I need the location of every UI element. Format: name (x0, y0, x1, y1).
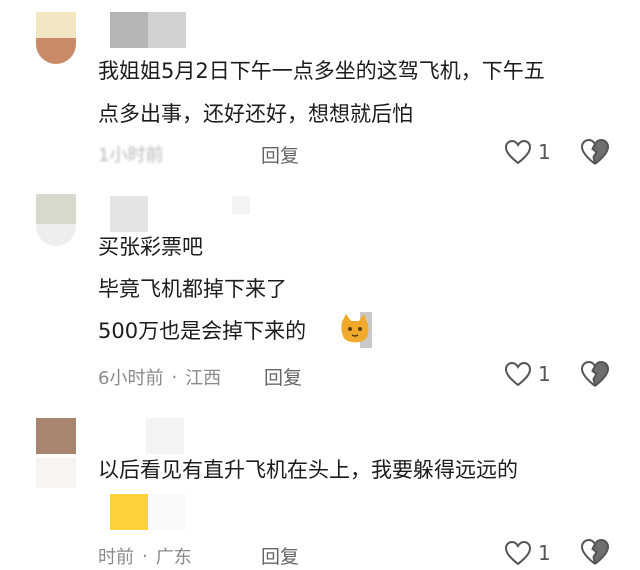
reply-button[interactable]: 回复 (261, 141, 299, 168)
comment-text: 点多出事，还好还好，想想就后怕 (98, 102, 413, 126)
location: 江西 (185, 368, 222, 389)
comment-meta: 6小时前 · 江西 (98, 364, 221, 390)
like-button[interactable]: 1 (504, 540, 551, 566)
location: 广东 (155, 547, 192, 568)
avatar[interactable] (36, 194, 76, 246)
comment-text: 毕竟飞机都掉下来了 (98, 277, 287, 301)
like-count: 1 (538, 362, 551, 386)
timestamp: 1小时前 (98, 145, 164, 166)
like-button[interactable]: 1 (504, 139, 551, 165)
timestamp: 时前 (98, 547, 134, 568)
avatar[interactable] (36, 418, 76, 488)
avatar[interactable] (36, 12, 76, 64)
heart-outline-icon (504, 361, 532, 387)
broken-heart-icon (580, 360, 610, 387)
broken-heart-icon (580, 538, 610, 565)
username-blurred[interactable] (110, 196, 250, 232)
username-blurred[interactable] (110, 12, 186, 48)
comment-meta: 1小时前 (98, 141, 163, 167)
cat-emoji-icon (341, 312, 372, 348)
like-count: 1 (538, 140, 551, 164)
separator-dot: · (142, 545, 148, 567)
dislike-button[interactable] (580, 538, 610, 570)
like-count: 1 (538, 541, 551, 565)
comment-meta: 时前 · 广东 (98, 543, 192, 569)
reply-button[interactable]: 回复 (264, 363, 302, 390)
dislike-button[interactable] (580, 138, 610, 170)
username-blurred[interactable] (110, 418, 184, 454)
comment-text: 以后看见有直升飞机在头上，我要躲得远远的 (98, 458, 518, 482)
heart-outline-icon (504, 139, 532, 165)
separator-dot: · (171, 366, 178, 388)
comment-text: 我姐姐5月2日下午一点多坐的这驾飞机，下午五 (98, 59, 545, 83)
dislike-button[interactable] (580, 360, 610, 392)
blurred-image-mosaic (110, 494, 190, 530)
like-button[interactable]: 1 (504, 361, 551, 387)
comment-text: 500万也是会掉下来的 (98, 319, 307, 343)
comment-text: 买张彩票吧 (98, 235, 203, 259)
timestamp: 6小时前 (98, 368, 164, 389)
broken-heart-icon (580, 138, 610, 165)
heart-outline-icon (504, 540, 532, 566)
